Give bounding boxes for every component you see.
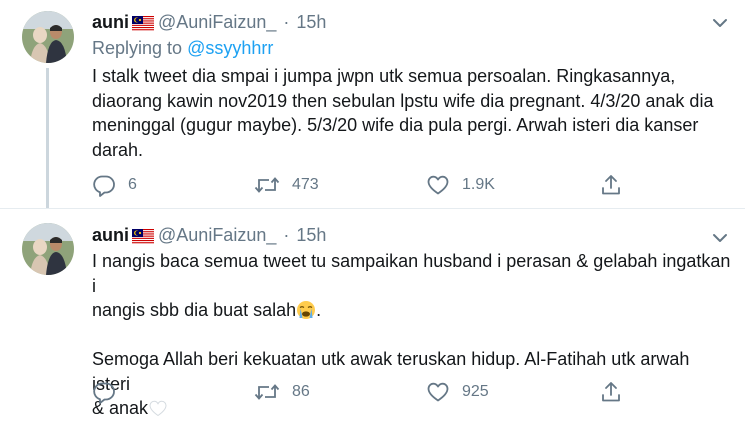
text-line: . [316,300,322,320]
tweet-actions: 6 473 1.9K [92,173,732,197]
tweet-actions: 86 925 [92,380,732,404]
malaysia-flag-icon [132,229,155,244]
text-line: I nangis baca semua tweet tu sampaikan h… [92,251,736,296]
avatar[interactable] [22,11,74,63]
tweet-header: auni @AuniFaizun_ · 15h [92,11,326,33]
retweet-icon [254,384,280,400]
tweet-1[interactable]: auni @AuniFaizun_ · 15h Replying to @ssy… [0,0,745,208]
author-name[interactable]: auni [92,225,129,245]
separator-dot: · [283,225,290,245]
reply-count: 6 [128,176,137,193]
replying-to-handle[interactable]: @ssyyhhrr [187,38,273,58]
avatar[interactable] [22,223,74,275]
tweet-2[interactable]: auni @AuniFaizun_ · 15h I nangis baca se… [0,208,745,418]
like-count: 1.9K [462,176,495,193]
reply-icon [93,175,115,197]
thread-connector [46,68,49,208]
loudly-crying-face-icon [297,301,316,319]
share-icon [602,175,620,195]
retweet-icon [254,177,280,193]
like-button[interactable]: 925 [426,380,489,404]
replying-to: Replying to @ssyyhhrr [92,37,273,59]
timestamp[interactable]: 15h [296,12,326,32]
text-line: nangis sbb dia buat salah [92,300,297,320]
reply-icon [93,382,115,404]
author-handle[interactable]: @AuniFaizun_ [158,225,276,245]
retweet-button[interactable]: 473 [254,173,319,197]
caret-down-icon[interactable] [711,14,729,32]
caret-down-icon[interactable] [711,229,729,247]
share-button[interactable] [599,380,623,404]
retweet-count: 473 [292,176,319,193]
replying-to-label: Replying to [92,38,183,58]
separator-dot: · [283,12,290,32]
like-button[interactable]: 1.9K [426,173,495,197]
reply-button[interactable]: 6 [92,173,137,197]
share-button[interactable] [599,173,623,197]
author-name[interactable]: auni [92,12,129,32]
author-handle[interactable]: @AuniFaizun_ [158,12,276,32]
retweet-count: 86 [292,383,310,400]
like-icon [427,382,449,402]
tweet-text: I stalk tweet dia smpai i jumpa jwpn utk… [92,66,714,160]
reply-button[interactable] [92,380,128,404]
like-icon [427,175,449,195]
like-count: 925 [462,383,489,400]
share-icon [602,382,620,402]
timestamp[interactable]: 15h [296,225,326,245]
retweet-button[interactable]: 86 [254,380,310,404]
malaysia-flag-icon [132,16,155,31]
tweet-header: auni @AuniFaizun_ · 15h [92,224,326,246]
